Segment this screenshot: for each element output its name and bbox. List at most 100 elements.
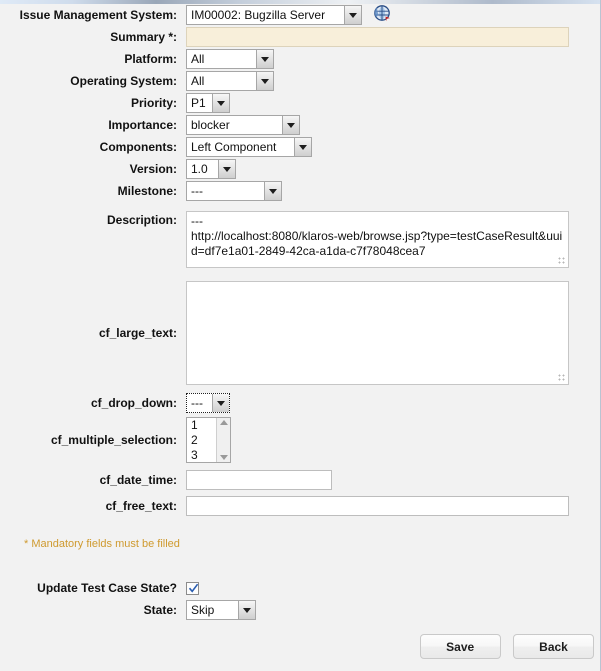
cf-large-text-textarea[interactable]	[186, 281, 569, 385]
field-summary	[186, 26, 600, 48]
operating-system-value: All	[191, 74, 205, 88]
summary-input[interactable]	[186, 27, 569, 47]
priority-select[interactable]: P1	[186, 93, 230, 113]
row-mandatory-note: * Mandatory fields must be filled	[0, 535, 600, 551]
row-importance: Importance: blocker	[0, 114, 600, 136]
platform-value: All	[191, 52, 205, 66]
chevron-down-icon[interactable]	[212, 94, 229, 112]
version-value: 1.0	[191, 162, 208, 176]
label-update-test-case-state: Update Test Case State?	[37, 581, 177, 595]
importance-select[interactable]: blocker	[186, 115, 300, 135]
spacer-row-3	[0, 385, 600, 392]
row-cf-date-time: cf_date_time:	[0, 469, 600, 491]
row-version: Version: 1.0	[0, 158, 600, 180]
platform-select[interactable]: All	[186, 49, 274, 69]
label-components: Components:	[99, 140, 177, 154]
label-description: Description:	[106, 213, 177, 227]
priority-value: P1	[191, 96, 206, 110]
issue-management-system-value: IM00002: Bugzilla Server	[191, 8, 326, 22]
listbox-scrollbar[interactable]	[216, 418, 230, 462]
chevron-down-icon[interactable]	[256, 72, 273, 90]
mandatory-note: * Mandatory fields must be filled	[24, 538, 180, 550]
cf-multiple-selection-listbox[interactable]: 1 2 3	[186, 417, 231, 463]
row-platform: Platform: All	[0, 48, 600, 70]
label-cf-drop-down: cf_drop_down:	[91, 396, 177, 410]
row-cf-drop-down: cf_drop_down: ---	[0, 392, 600, 414]
issue-form-page: Issue Management System: IM00002: Bugzil…	[0, 4, 600, 671]
field-description: --- http://localhost:8080/klaros-web/bro…	[186, 211, 600, 268]
issue-form-table: Issue Management System: IM00002: Bugzil…	[0, 4, 600, 659]
label-state: State:	[143, 603, 177, 617]
label-cf-free-text: cf_free_text:	[105, 499, 177, 513]
row-cf-large-text: cf_large_text:	[0, 281, 600, 385]
label-cf-multiple-selection: cf_multiple_selection:	[50, 433, 177, 447]
field-cf-large-text	[186, 281, 600, 385]
row-priority: Priority: P1	[0, 92, 600, 114]
cf-free-text-input[interactable]	[186, 496, 569, 516]
operating-system-select[interactable]: All	[186, 71, 274, 91]
spacer-row-1	[0, 202, 600, 211]
state-value: Skip	[191, 603, 215, 617]
scroll-down-icon[interactable]	[219, 455, 228, 460]
label-priority: Priority:	[130, 96, 177, 110]
components-select[interactable]: Left Component	[186, 137, 312, 157]
mandatory-note-cell: * Mandatory fields must be filled	[0, 535, 600, 551]
button-bar: Save Back	[0, 634, 600, 659]
cf-drop-down-value: ---	[191, 396, 203, 410]
description-textarea-wrap: --- http://localhost:8080/klaros-web/bro…	[186, 211, 569, 268]
row-cf-multiple-selection: cf_multiple_selection: 1 2 3	[0, 417, 600, 463]
field-issue-management-system: IM00002: Bugzilla Server	[186, 4, 600, 26]
label-milestone: Milestone:	[117, 184, 177, 198]
components-value: Left Component	[191, 140, 277, 154]
row-buttons: Save Back	[0, 634, 600, 659]
chevron-down-icon[interactable]	[264, 182, 281, 200]
field-priority: P1	[186, 92, 600, 114]
cf-drop-down-select[interactable]: ---	[186, 393, 230, 413]
list-item[interactable]: 2	[191, 433, 216, 448]
chevron-down-icon[interactable]	[218, 160, 235, 178]
label-platform: Platform:	[124, 52, 177, 66]
milestone-select[interactable]: ---	[186, 181, 282, 201]
version-select[interactable]: 1.0	[186, 159, 236, 179]
back-button[interactable]: Back	[513, 634, 594, 659]
label-operating-system: Operating System:	[70, 74, 177, 88]
chevron-down-icon[interactable]	[294, 138, 311, 156]
field-version: 1.0	[186, 158, 600, 180]
issue-management-system-select[interactable]: IM00002: Bugzilla Server	[186, 5, 362, 25]
chevron-down-icon[interactable]	[256, 50, 273, 68]
label-issue-management-system: Issue Management System:	[19, 8, 177, 22]
spacer-row-9	[0, 621, 600, 634]
row-state: State: Skip	[0, 599, 600, 621]
update-test-case-state-checkbox[interactable]	[186, 582, 199, 596]
field-cf-drop-down: ---	[186, 392, 600, 414]
milestone-value: ---	[191, 184, 203, 198]
row-summary: Summary *:	[0, 26, 600, 48]
listbox-items: 1 2 3	[187, 418, 216, 462]
row-description: Description: --- http://localhost:8080/k…	[0, 211, 600, 268]
row-milestone: Milestone: ---	[0, 180, 600, 202]
list-item[interactable]: 3	[191, 448, 216, 463]
importance-value: blocker	[191, 118, 230, 132]
spacer-row-7	[0, 517, 600, 535]
field-update-test-case-state	[186, 577, 600, 599]
state-select[interactable]: Skip	[186, 600, 256, 620]
chevron-down-icon[interactable]	[212, 394, 229, 412]
chevron-down-icon[interactable]	[282, 116, 299, 134]
label-cf-date-time: cf_date_time:	[99, 473, 177, 487]
chevron-down-icon[interactable]	[344, 6, 361, 24]
field-cf-date-time	[186, 469, 600, 491]
chevron-down-icon[interactable]	[238, 601, 255, 619]
row-issue-management-system: Issue Management System: IM00002: Bugzil…	[0, 4, 600, 26]
check-icon	[188, 583, 199, 593]
cf-date-time-input[interactable]	[186, 470, 332, 490]
save-button[interactable]: Save	[419, 634, 501, 659]
scroll-up-icon[interactable]	[219, 420, 228, 425]
description-textarea[interactable]: --- http://localhost:8080/klaros-web/bro…	[186, 211, 569, 268]
field-milestone: ---	[186, 180, 600, 202]
spacer-row-8	[0, 551, 600, 577]
spacer-row-2	[0, 268, 600, 281]
row-cf-free-text: cf_free_text:	[0, 495, 600, 517]
globe-icon[interactable]	[374, 5, 391, 25]
list-item[interactable]: 1	[191, 418, 216, 433]
label-summary: Summary *:	[110, 30, 177, 44]
